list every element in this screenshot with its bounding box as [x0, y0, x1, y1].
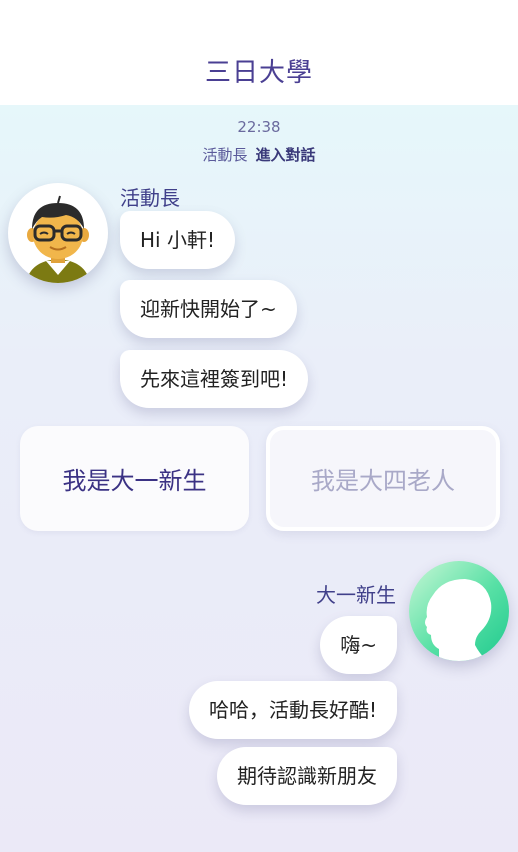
- message-bubble-incoming: Hi 小軒!: [120, 211, 235, 269]
- system-message-sender: 活動長: [202, 146, 248, 164]
- activity-leader-avatar[interactable]: [8, 183, 108, 283]
- page-title: 三日大學: [204, 58, 313, 88]
- message-bubble-outgoing: 嗨~: [320, 616, 397, 674]
- system-message-action: 進入對話: [255, 146, 316, 164]
- sender-name-freshman: 大一新生: [316, 583, 396, 607]
- message-bubble-incoming: 迎新快開始了~: [120, 280, 297, 338]
- message-bubble-outgoing: 期待認識新朋友: [217, 747, 397, 805]
- message-bubble-incoming: 先來這裡簽到吧!: [120, 350, 309, 408]
- system-message: 活動長 進入對話: [0, 144, 518, 165]
- choice-senior-button[interactable]: 我是大四老人: [266, 426, 500, 531]
- cartoon-man-with-glasses-icon: [26, 195, 90, 283]
- message-bubble-outgoing: 哈哈，活動長好酷!: [188, 681, 397, 739]
- head-silhouette-icon: [425, 579, 492, 661]
- chat-area[interactable]: 22:38 活動長 進入對話 活動長 Hi 小軒! 迎新快開始了~ 先來這裡簽到…: [0, 105, 518, 852]
- app-header: 三日大學: [0, 0, 518, 105]
- freshman-avatar[interactable]: [409, 561, 509, 661]
- chat-timestamp: 22:38: [237, 118, 281, 136]
- sender-name-activity-leader: 活動長: [120, 186, 180, 210]
- choice-freshman-button[interactable]: 我是大一新生: [20, 426, 249, 531]
